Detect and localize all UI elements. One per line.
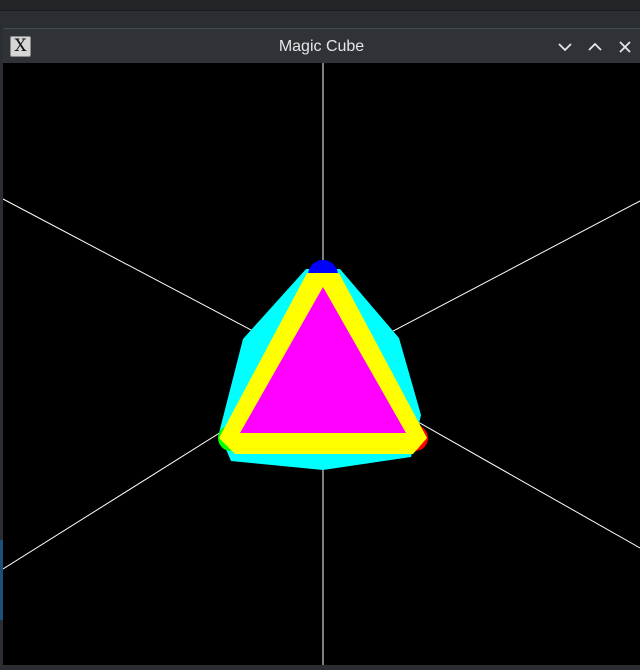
desktop-panel [0, 0, 640, 11]
maximize-button[interactable] [582, 34, 608, 60]
title-bar[interactable]: X Magic Cube [3, 28, 640, 63]
render-canvas[interactable] [2, 63, 640, 665]
magic-cube-window: X Magic Cube [2, 28, 640, 665]
close-button[interactable] [612, 34, 638, 60]
window-title: Magic Cube [278, 38, 365, 55]
close-icon [619, 41, 631, 53]
minimize-button[interactable] [552, 34, 578, 60]
chevron-down-icon [558, 43, 572, 52]
cube-viewport [2, 63, 640, 665]
chevron-up-icon [588, 42, 602, 51]
